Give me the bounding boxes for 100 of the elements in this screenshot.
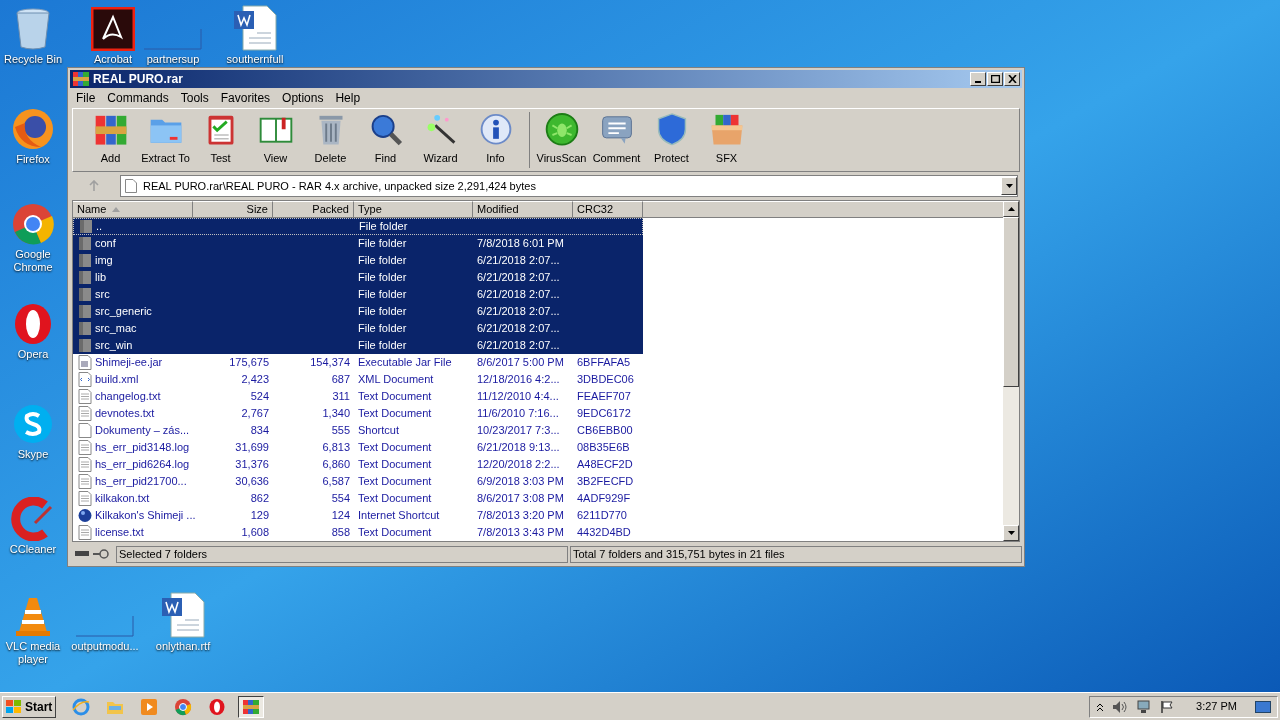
column-header[interactable]: Type: [354, 201, 473, 218]
column-header[interactable]: Packed: [273, 201, 354, 218]
file-row[interactable]: src_generic File folder 6/21/2018 2:07...: [73, 303, 643, 320]
toolbar-button[interactable]: View: [248, 112, 303, 168]
toolbar-button[interactable]: Extract To: [138, 112, 193, 168]
table-cell-text: Text Document: [358, 525, 432, 541]
column-header[interactable]: Name: [73, 201, 193, 218]
file-row[interactable]: hs_err_pid21700... 30,636 6,587 Text Document 6/9/2018 3:03 PM 3B2FECFD: [73, 473, 643, 490]
table-cell-text: 6/21/2018 2:07...: [477, 287, 560, 303]
table-cell-text: 862: [250, 491, 269, 507]
table-cell-text: File folder: [358, 338, 407, 354]
table-cell-text: Text Document: [358, 457, 432, 473]
table-cell-text: 129: [250, 508, 269, 524]
show-desktop-icon[interactable]: [1255, 699, 1271, 714]
column-header[interactable]: Modified: [473, 201, 573, 218]
desktop-icon-label[interactable]: Recycle Bin: [3, 53, 63, 66]
media-player-icon: [140, 697, 159, 716]
table-cell-text: File folder: [358, 236, 407, 252]
table-cell-text: 08B35E6B: [577, 440, 630, 456]
toolbar-button[interactable]: Delete: [303, 112, 358, 168]
file-row[interactable]: src_win File folder 6/21/2018 2:07...: [73, 337, 643, 354]
menu-item[interactable]: Commands: [107, 89, 169, 107]
toolbar-button[interactable]: VirusScan: [534, 112, 589, 168]
table-cell-text: Text Document: [358, 474, 432, 490]
desktop-icon-label[interactable]: Acrobat: [94, 53, 132, 66]
toolbar-button[interactable]: SFX: [699, 112, 754, 168]
table-cell-text: Text Document: [358, 389, 432, 405]
taskbar-button[interactable]: [238, 695, 265, 718]
table-cell-text: 7/8/2018 6:01 PM: [477, 236, 564, 252]
toolbar-button[interactable]: Test: [193, 112, 248, 168]
file-row[interactable]: changelog.txt 524 311 Text Document 11/12/2010 4:4... FEAEF707: [73, 388, 643, 405]
network-icon[interactable]: [1136, 699, 1153, 714]
file-row[interactable]: src_mac File folder 6/21/2018 2:07...: [73, 320, 643, 337]
table-cell-text: Text Document: [358, 491, 432, 507]
file-row[interactable]: Dokumenty – zás... 834 555 Shortcut 10/23/2017 7:3... CB6EBB00: [73, 422, 643, 439]
dropdown-button[interactable]: [1001, 177, 1017, 195]
menu-item[interactable]: Tools: [180, 89, 209, 107]
file-row[interactable]: Shimeji-ee.jar 175,675 154,374 Executable Jar File 8/6/2017 5:00 PM 6BFFAFA5: [73, 354, 643, 371]
file-row[interactable]: .. File folder: [73, 218, 643, 235]
file-row[interactable]: Kilkakon's Shimeji ... 129 124 Internet Shortcut 7/8/2013 3:20 PM 6211D770: [73, 507, 643, 524]
scroll-down-button[interactable]: [1003, 525, 1019, 541]
up-triangle-icon: [1007, 207, 1015, 211]
status-summary: Total 7 folders and 315,751 bytes in 21 files: [570, 545, 1022, 563]
table-cell-text: File folder: [358, 304, 407, 320]
file-row[interactable]: hs_err_pid6264.log 31,376 6,860 Text Document 12/20/2018 2:2... A48ECF2D: [73, 456, 643, 473]
desktop-icon-label[interactable]: partnersup: [146, 53, 200, 66]
minimize-button[interactable]: [970, 72, 986, 86]
globe-icon: [78, 508, 92, 523]
file-row[interactable]: img File folder 6/21/2018 2:07...: [73, 252, 643, 269]
maximize-button[interactable]: [987, 72, 1003, 86]
address-field[interactable]: REAL PURO.rar\REAL PURO - RAR 4.x archive, unpacked size 2,291,424 bytes: [120, 175, 1018, 197]
toolbar-button[interactable]: Comment: [589, 112, 644, 168]
table-cell-text: 11/6/2010 7:16...: [477, 406, 559, 422]
column-header[interactable]: Size: [193, 201, 273, 218]
menu-item[interactable]: Favorites: [220, 89, 271, 107]
table-cell-text: 30,636: [235, 474, 269, 490]
column-header[interactable]: CRC32: [573, 201, 643, 218]
file-row[interactable]: conf File folder 7/8/2018 6:01 PM: [73, 235, 643, 252]
menu-item[interactable]: Options: [282, 89, 324, 107]
table-cell-text: 3B2FECFD: [577, 474, 634, 490]
toolbar-button[interactable]: Find: [358, 112, 413, 168]
file-row[interactable]: kilkakon.txt 862 554 Text Document 8/6/2017 3:08 PM 4ADF929F: [73, 490, 643, 507]
speaker-icon[interactable]: [1112, 699, 1129, 714]
file-row[interactable]: license.txt 1,608 858 Text Document 7/8/2013 3:43 PM 4432D4BD: [73, 524, 643, 541]
folder-icon: [78, 338, 92, 353]
file-row[interactable]: src File folder 6/21/2018 2:07...: [73, 286, 643, 303]
desktop-icon-label[interactable]: Google Chrome: [0, 248, 66, 274]
desktop-icon-label[interactable]: southernfull: [226, 53, 284, 66]
toolbar-button[interactable]: Info: [468, 112, 523, 168]
toolbar-button[interactable]: Protect: [644, 112, 699, 168]
toolbar-button[interactable]: Add: [83, 112, 138, 168]
toolbar-button[interactable]: Wizard: [413, 112, 468, 168]
clock[interactable]: 3:27 PM: [1196, 698, 1237, 715]
file-row[interactable]: devnotes.txt 2,767 1,340 Text Document 11/6/2010 7:16... 9EDC6172: [73, 405, 643, 422]
text-file-icon: [78, 491, 92, 506]
start-button[interactable]: Start: [2, 695, 57, 718]
scrollbar-thumb[interactable]: [1003, 217, 1019, 387]
table-cell-text: ..: [96, 219, 103, 235]
table-cell-text: File folder: [358, 270, 407, 286]
table-cell-text: 6/21/2018 2:07...: [477, 338, 560, 354]
app-icon: [91, 7, 135, 51]
folder-icon: [79, 219, 93, 234]
desktop-icon-label[interactable]: Firefox: [16, 153, 50, 166]
menu-item[interactable]: Help: [335, 89, 361, 107]
menu-item[interactable]: File: [76, 89, 96, 107]
text-file-icon: [78, 474, 92, 489]
flag-icon[interactable]: [1160, 699, 1175, 714]
folder-icon: [78, 236, 92, 251]
scrollbar[interactable]: [1003, 201, 1019, 541]
file-row[interactable]: hs_err_pid3148.log 31,699 6,813 Text Document 6/21/2018 9:13... 08B35E6B: [73, 439, 643, 456]
caret-icon: [1005, 184, 1013, 188]
close-button[interactable]: [1004, 72, 1020, 86]
table-cell-text: 4ADF929F: [577, 491, 631, 507]
table-cell-text: 687: [331, 372, 350, 388]
windows-logo-icon: [6, 699, 22, 714]
chevron-up-icon[interactable]: [1096, 701, 1105, 712]
table-cell-text: 6,587: [322, 474, 350, 490]
file-row[interactable]: build.xml 2,423 687 XML Document 12/18/2016 4:2... 3DBDEC06: [73, 371, 643, 388]
scroll-up-button[interactable]: [1003, 201, 1019, 217]
file-row[interactable]: lib File folder 6/21/2018 2:07...: [73, 269, 643, 286]
